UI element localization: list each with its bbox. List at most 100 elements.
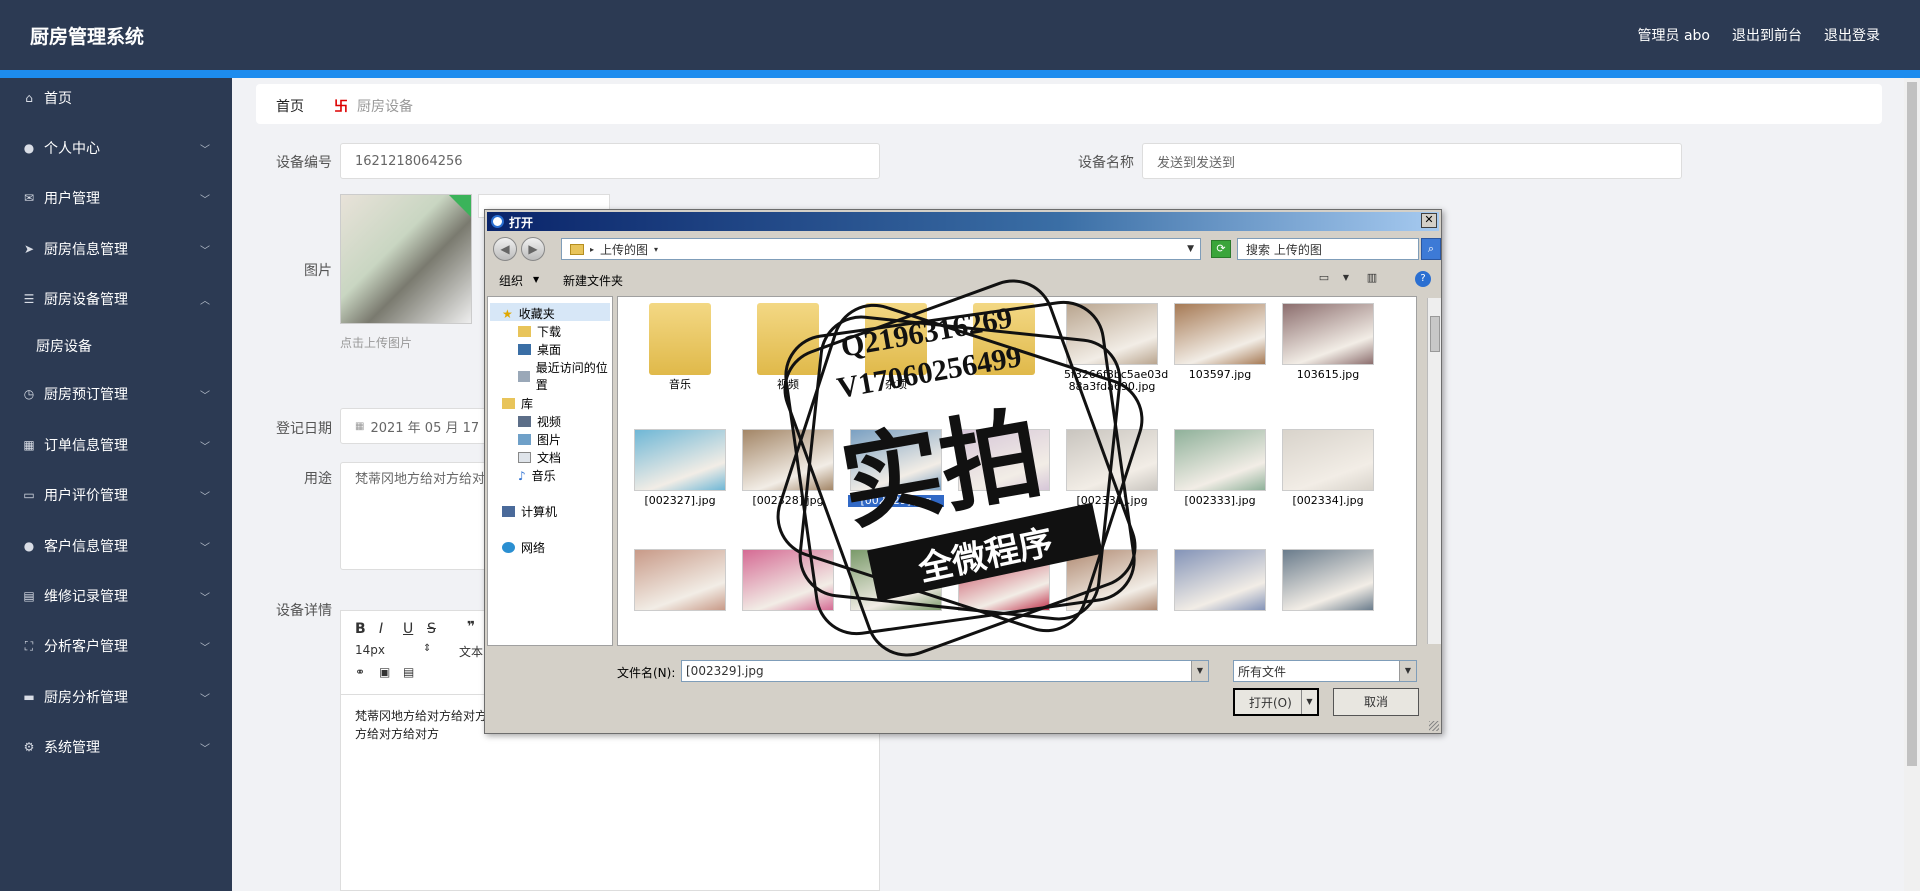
nav-documents[interactable]: 文档 — [518, 449, 561, 466]
file-list-scrollbar[interactable] — [1427, 298, 1441, 644]
exit-to-front-link[interactable]: 退出到前台 — [1732, 25, 1802, 45]
chevron-down-icon: ﹀ — [200, 642, 210, 654]
sidebar-item-kitchen-equipment[interactable]: ☰ 厨房设备管理 ︿ — [0, 287, 232, 311]
folder-item[interactable]: 杂项 — [848, 303, 944, 391]
upload-hint[interactable]: 点击上传图片 — [340, 334, 412, 351]
nav-pictures[interactable]: 图片 — [518, 431, 561, 448]
image-file-item[interactable] — [1064, 549, 1160, 615]
device-name-input[interactable]: 发送到发送到 — [1142, 143, 1682, 179]
sidebar-item-users[interactable]: ✉ 用户管理 ﹀ — [0, 186, 232, 210]
calendar-icon: ▦ — [355, 420, 365, 432]
sidebar-item-kitchen-info[interactable]: ➤ 厨房信息管理 ﹀ — [0, 237, 232, 261]
image-file-item[interactable]: [002327].jpg — [632, 429, 728, 507]
italic-icon[interactable]: I — [379, 621, 383, 637]
scrollbar-thumb[interactable] — [1907, 82, 1917, 766]
strike-icon[interactable]: S — [427, 621, 436, 637]
image-file-item[interactable]: 103615.jpg — [1280, 303, 1376, 381]
link-icon[interactable]: ⚭ — [355, 665, 365, 679]
chevron-down-icon: ﹀ — [200, 194, 210, 206]
image-file-item[interactable] — [848, 549, 944, 615]
image-file-item[interactable]: [002333].jpg — [1172, 429, 1268, 507]
nav-music[interactable]: ♪ 音乐 — [518, 467, 556, 484]
image-file-item[interactable] — [956, 549, 1052, 615]
filetype-select[interactable]: 所有文件 ▼ — [1233, 660, 1417, 682]
open-button[interactable]: 打开(O) ▼ — [1233, 688, 1319, 716]
sidebar-item-booking[interactable]: ◷ 厨房预订管理 ﹀ — [0, 382, 232, 406]
nav-recent[interactable]: 最近访问的位置 — [518, 359, 612, 393]
chevron-down-icon: ﹀ — [200, 491, 210, 503]
page-scrollbar[interactable] — [1904, 78, 1920, 891]
uploaded-image-thumbnail[interactable] — [340, 194, 472, 324]
filename-input[interactable]: [002329].jpg ▼ — [681, 660, 1209, 682]
image-file-item[interactable] — [1172, 549, 1268, 615]
chevron-right-icon: ▸ — [590, 244, 595, 254]
sidebar-item-customers[interactable]: ● 客户信息管理 ﹀ — [0, 534, 232, 558]
forward-arrow-icon[interactable]: ▶ — [521, 237, 545, 261]
image-file-item[interactable]: [002334].jpg — [1280, 429, 1376, 507]
back-arrow-icon[interactable]: ◀ — [493, 237, 517, 261]
nav-library[interactable]: 库 — [502, 395, 533, 412]
nav-label: 文档 — [537, 451, 562, 465]
help-icon[interactable]: ? — [1415, 271, 1431, 287]
nav-network[interactable]: 网络 — [502, 539, 545, 556]
nav-downloads[interactable]: 下载 — [518, 323, 561, 340]
image-file-item[interactable]: [002331].jpg — [1064, 429, 1160, 507]
resize-grip[interactable] — [1429, 721, 1439, 731]
path-dropdown-icon[interactable]: ▼ — [1187, 244, 1194, 254]
scrollbar-thumb[interactable] — [1430, 316, 1440, 352]
sidebar-subitem-equipment[interactable]: 厨房设备 — [36, 336, 92, 356]
chevron-down-icon[interactable]: ▼ — [1339, 271, 1353, 285]
nav-videos[interactable]: 视频 — [518, 413, 561, 430]
dialog-titlebar[interactable]: 打开 — [487, 212, 1439, 231]
sidebar-item-reviews[interactable]: ▭ 用户评价管理 ﹀ — [0, 483, 232, 507]
search-input[interactable]: 搜索 上传的图 — [1237, 238, 1419, 260]
font-size-select[interactable]: 14px — [355, 643, 385, 657]
nav-desktop[interactable]: 桌面 — [518, 341, 561, 358]
path-box[interactable]: ▸ 上传的图 ▾ ▼ — [561, 238, 1201, 260]
sidebar-item-kitchen-analysis[interactable]: ▬ 厨房分析管理 ﹀ — [0, 685, 232, 709]
underline-icon[interactable]: U — [403, 621, 413, 637]
chevron-down-icon[interactable]: ▼ — [1191, 661, 1208, 681]
organize-menu[interactable]: 组织 — [499, 272, 523, 289]
sidebar-item-home[interactable]: ⌂ 首页 — [0, 86, 232, 110]
image-file-item[interactable] — [956, 429, 1052, 495]
new-folder-button[interactable]: 新建文件夹 — [563, 272, 623, 289]
image-file-item[interactable]: [002329].jpg — [848, 429, 944, 507]
sidebar-item-orders[interactable]: ▦ 订单信息管理 ﹀ — [0, 433, 232, 457]
format-select[interactable]: 文本 — [459, 643, 483, 660]
nav-favorites[interactable]: ★ 收藏夹 — [502, 305, 555, 322]
sidebar-item-repairs[interactable]: ▤ 维修记录管理 ﹀ — [0, 584, 232, 608]
bold-icon[interactable]: B — [355, 621, 366, 637]
sidebar-item-personal[interactable]: ● 个人中心 ﹀ — [0, 136, 232, 160]
image-file-item[interactable]: 5f3266f8bc5ae03d 88a3fda690.jpg — [1064, 303, 1168, 393]
breadcrumb-home[interactable]: 首页 — [276, 96, 304, 116]
search-icon[interactable]: ⌕ — [1421, 238, 1441, 260]
image-thumbnail — [634, 549, 726, 611]
logout-link[interactable]: 退出登录 — [1824, 25, 1880, 45]
image-file-item[interactable] — [740, 549, 836, 615]
device-no-input[interactable]: 1621218064256 — [340, 143, 880, 179]
sidebar-item-system[interactable]: ⚙ 系统管理 ﹀ — [0, 735, 232, 759]
folder-item[interactable]: 音乐 — [632, 303, 728, 391]
file-name: [002334].jpg — [1292, 494, 1364, 507]
image-icon[interactable]: ▣ — [379, 665, 390, 679]
folder-item[interactable]: 视频 — [740, 303, 836, 391]
sidebar-item-label: 客户信息管理 — [44, 539, 128, 555]
quote-icon[interactable]: ❞ — [467, 619, 475, 635]
chevron-down-icon[interactable]: ▼ — [1301, 690, 1317, 714]
view-icon[interactable]: ▭ — [1317, 271, 1331, 285]
chevron-down-icon: ﹀ — [200, 390, 210, 402]
preview-pane-icon[interactable]: ▥ — [1365, 271, 1379, 285]
chevron-down-icon[interactable]: ▼ — [1399, 661, 1416, 681]
video-icon[interactable]: ▤ — [403, 665, 414, 679]
image-file-item[interactable]: 103597.jpg — [1172, 303, 1268, 381]
cancel-button[interactable]: 取消 — [1333, 688, 1419, 716]
refresh-icon[interactable]: ⟳ — [1211, 240, 1231, 258]
folder-item[interactable] — [956, 303, 1052, 379]
image-file-item[interactable] — [632, 549, 728, 615]
nav-computer[interactable]: 计算机 — [502, 503, 557, 520]
image-file-item[interactable]: [002328].jpg — [740, 429, 836, 507]
image-file-item[interactable] — [1280, 549, 1376, 615]
close-icon[interactable]: ✕ — [1421, 213, 1437, 228]
sidebar-item-customer-analysis[interactable]: ⛶ 分析客户管理 ﹀ — [0, 634, 232, 658]
